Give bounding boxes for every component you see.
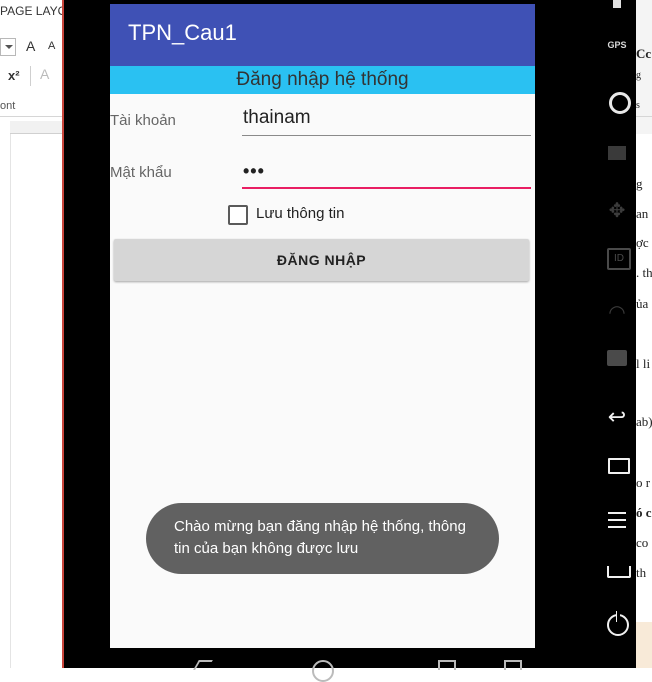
doc-text-line: ó c [636, 505, 652, 520]
ribbon-separator [30, 66, 31, 86]
text-effects-button[interactable]: A [40, 66, 49, 82]
username-label: Tài khoản [110, 112, 176, 129]
power-icon[interactable] [607, 611, 629, 636]
background-word-window: PAGE LAYOUT A A x² A ont [0, 0, 83, 668]
phone-screen: TPN_Cau1 Đăng nhập hệ thống Tài khoản th… [110, 4, 535, 648]
doc-text-line: s [636, 100, 640, 111]
menu-icon[interactable] [608, 512, 626, 528]
ribbon-right [636, 0, 652, 134]
doc-text-line: ủa [636, 296, 649, 311]
app-title: TPN_Cau1 [128, 20, 237, 45]
nav-recent-icon[interactable] [438, 660, 456, 670]
horizontal-ruler [10, 121, 64, 134]
doc-text-line: an [636, 206, 649, 221]
doc-text-line: . th [636, 265, 652, 280]
rss-icon[interactable]: ◠ [606, 300, 628, 325]
vertical-ruler [10, 134, 11, 668]
nav-home-icon[interactable] [312, 660, 334, 682]
login-button[interactable]: ĐĂNG NHẬP [114, 239, 529, 281]
doc-highlight [636, 622, 652, 668]
remember-label: Lưu thông tin [256, 205, 345, 222]
id-icon[interactable]: ID [607, 248, 631, 270]
superscript-button[interactable]: x² [8, 68, 20, 83]
doc-text-line: ợc l [636, 235, 652, 250]
ribbon-divider-right [636, 116, 652, 117]
shrink-font-button[interactable]: A [48, 40, 55, 52]
remember-checkbox[interactable] [228, 205, 248, 225]
password-value: ••• [243, 161, 265, 181]
doc-text-line: co [636, 535, 649, 550]
password-label: Mật khẩu [110, 164, 172, 181]
clapperboard-icon[interactable] [608, 146, 626, 160]
ribbon-divider [0, 116, 64, 117]
camera-icon[interactable] [609, 92, 631, 114]
banner-title: Đăng nhập hệ thống [236, 69, 409, 90]
username-value: thainam [243, 107, 311, 128]
doc-text-line: l li [636, 356, 651, 371]
emulator-edge [62, 0, 64, 668]
gps-icon[interactable]: GPS [606, 40, 628, 50]
doc-text-line: o r [636, 475, 651, 490]
doc-text-line: g [636, 70, 641, 81]
doc-text-line: g [636, 176, 643, 191]
home-icon[interactable] [607, 566, 631, 578]
font-group-label: ont [0, 100, 16, 112]
password-field[interactable]: ••• [242, 157, 531, 189]
grow-font-button[interactable]: A [26, 38, 35, 54]
doc-text-line: ab) [636, 414, 652, 429]
background-word-right: Cc g g s an ợc l . th ủa l li ab) o r ó … [636, 0, 652, 668]
toast-text: Chào mừng bạn đăng nhập hệ thống, thông … [174, 518, 466, 557]
header-banner: Đăng nhập hệ thống [110, 66, 535, 94]
login-button-label: ĐĂNG NHẬP [276, 252, 367, 268]
sms-icon[interactable] [607, 350, 627, 366]
toast-message: Chào mừng bạn đăng nhập hệ thống, thông … [146, 503, 499, 574]
emulator-toolbar: GPS ✥ ID ◠ ↩ [598, 0, 636, 668]
doc-text-line: Cc [636, 46, 652, 61]
nav-extra-icon[interactable] [504, 660, 522, 670]
app-bar: TPN_Cau1 [110, 4, 535, 66]
move-icon[interactable]: ✥ [606, 198, 628, 223]
recent-apps-icon[interactable] [608, 458, 630, 474]
font-size-dropdown[interactable] [0, 38, 16, 56]
username-field[interactable]: thainam [242, 105, 531, 136]
toolbar-top-icon[interactable] [613, 0, 621, 8]
back-icon[interactable]: ↩ [606, 404, 628, 430]
doc-text-line: th [636, 565, 647, 580]
